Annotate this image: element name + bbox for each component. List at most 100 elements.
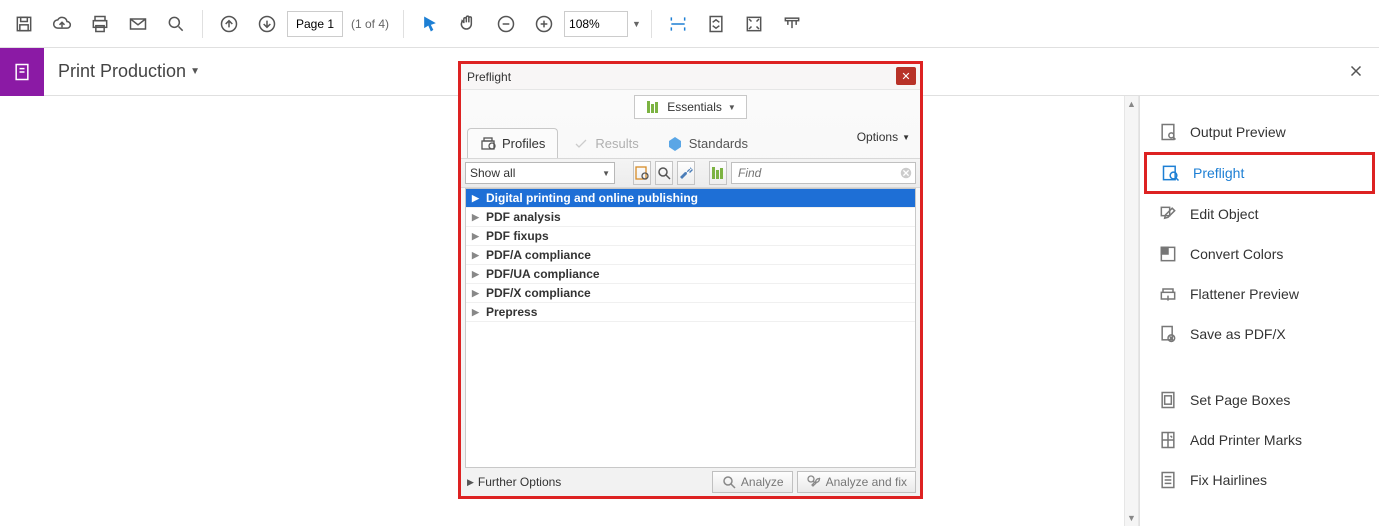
zoom-in-button[interactable] (526, 6, 562, 42)
fix-hairlines-icon (1158, 470, 1178, 490)
task-set-page-boxes[interactable]: Set Page Boxes (1140, 380, 1379, 420)
read-mode-button[interactable] (774, 6, 810, 42)
flattener-preview-icon (1158, 284, 1178, 304)
breadcrumb-label: Print Production (58, 61, 186, 82)
profile-row-pdf-analysis[interactable]: ▶ PDF analysis (466, 208, 915, 227)
task-item-label: Fix Hairlines (1190, 472, 1267, 488)
page-number-input[interactable] (287, 11, 343, 37)
profile-row-pdfa[interactable]: ▶ PDF/A compliance (466, 246, 915, 265)
expand-arrow-icon: ▶ (467, 477, 474, 488)
task-item-label: Save as PDF/X (1190, 326, 1286, 342)
profile-row-pdfua[interactable]: ▶ PDF/UA compliance (466, 265, 915, 284)
expand-arrow-icon: ▶ (472, 307, 482, 318)
clear-find-button[interactable] (899, 166, 913, 180)
button-label: Analyze and fix (826, 475, 907, 489)
zoom-input[interactable] (564, 11, 628, 37)
print-production-task-pane: Output Preview Preflight Edit Object Con… (1139, 96, 1379, 526)
chevron-down-icon: ▼ (902, 133, 910, 142)
convert-colors-icon (1158, 244, 1178, 264)
save-button[interactable] (6, 6, 42, 42)
profile-label: PDF/A compliance (486, 248, 591, 262)
options-menu[interactable]: Options ▼ (857, 130, 910, 144)
library-filter-button[interactable] (709, 161, 727, 185)
fit-page-button[interactable] (698, 6, 734, 42)
tab-profiles[interactable]: Profiles (467, 128, 558, 158)
printer-marks-icon (1158, 430, 1178, 450)
further-options-toggle[interactable]: ▶ Further Options (461, 471, 708, 493)
task-flattener-preview[interactable]: Flattener Preview (1140, 274, 1379, 314)
main-area: ▲ ▼ Output Preview Preflight Edit Object (0, 96, 1379, 526)
print-production-badge-icon (0, 48, 44, 96)
task-output-preview[interactable]: Output Preview (1140, 112, 1379, 152)
next-page-button[interactable] (249, 6, 285, 42)
scroll-down-arrow[interactable]: ▼ (1125, 510, 1138, 526)
tool-breadcrumb[interactable]: Print Production ▼ (44, 61, 214, 82)
save-pdfx-icon (1158, 324, 1178, 344)
task-edit-object[interactable]: Edit Object (1140, 194, 1379, 234)
scroll-up-arrow[interactable]: ▲ (1125, 96, 1138, 112)
task-item-label: Add Printer Marks (1190, 432, 1302, 448)
chevron-down-icon: ▼ (190, 66, 200, 77)
essentials-label: Essentials (667, 100, 722, 114)
task-item-label: Edit Object (1190, 206, 1258, 222)
options-label: Options (857, 130, 898, 144)
output-preview-icon (1158, 122, 1178, 142)
profile-row-pdfx[interactable]: ▶ PDF/X compliance (466, 284, 915, 303)
print-button[interactable] (82, 6, 118, 42)
profile-row-prepress[interactable]: ▶ Prepress (466, 303, 915, 322)
selection-tool[interactable] (412, 6, 448, 42)
prev-page-button[interactable] (211, 6, 247, 42)
task-convert-colors[interactable]: Convert Colors (1140, 234, 1379, 274)
edit-object-icon (1158, 204, 1178, 224)
button-label: Analyze (741, 475, 784, 489)
profile-label: Digital printing and online publishing (486, 191, 698, 205)
dialog-close-button[interactable]: ✕ (896, 67, 916, 85)
profile-label: Prepress (486, 305, 537, 319)
fit-width-button[interactable] (660, 6, 696, 42)
analyze-and-fix-button[interactable]: Analyze and fix (797, 471, 916, 493)
task-add-printer-marks[interactable]: Add Printer Marks (1140, 420, 1379, 460)
profile-label: PDF/X compliance (486, 286, 591, 300)
filter-checks-button[interactable] (655, 161, 673, 185)
page-boxes-icon (1158, 390, 1178, 410)
zoom-out-button[interactable] (488, 6, 524, 42)
expand-arrow-icon: ▶ (472, 288, 482, 299)
tab-results[interactable]: Results (560, 128, 651, 158)
search-button[interactable] (158, 6, 194, 42)
expand-arrow-icon: ▶ (472, 231, 482, 242)
tab-label: Profiles (502, 136, 545, 151)
find-input[interactable] (734, 166, 899, 180)
task-save-pdfx[interactable]: Save as PDF/X (1140, 314, 1379, 354)
filter-dropdown[interactable]: Show all ▼ (465, 162, 615, 184)
profile-label: PDF/UA compliance (486, 267, 600, 281)
task-item-label: Set Page Boxes (1190, 392, 1290, 408)
task-preflight[interactable]: Preflight (1144, 152, 1375, 194)
zoom-dropdown-caret[interactable]: ▼ (630, 19, 643, 29)
profile-row-digital-printing[interactable]: ▶ Digital printing and online publishing (466, 189, 915, 208)
essentials-dropdown[interactable]: Essentials ▼ (634, 95, 747, 119)
filter-fixups-button[interactable] (677, 161, 695, 185)
tab-standards[interactable]: Standards (654, 128, 761, 158)
vertical-scrollbar[interactable]: ▲ ▼ (1124, 96, 1139, 526)
email-button[interactable] (120, 6, 156, 42)
profile-label: PDF analysis (486, 210, 561, 224)
expand-arrow-icon: ▶ (472, 250, 482, 261)
task-item-label: Preflight (1193, 165, 1244, 181)
expand-arrow-icon: ▶ (472, 212, 482, 223)
task-item-label: Flattener Preview (1190, 286, 1299, 302)
expand-arrow-icon: ▶ (472, 269, 482, 280)
close-tool-button[interactable] (1347, 62, 1365, 80)
hand-tool[interactable] (450, 6, 486, 42)
preflight-icon (1161, 163, 1181, 183)
analyze-button[interactable]: Analyze (712, 471, 793, 493)
filter-profiles-button[interactable] (633, 161, 651, 185)
task-fix-hairlines[interactable]: Fix Hairlines (1140, 460, 1379, 500)
dialog-title: Preflight (467, 70, 511, 84)
dialog-titlebar[interactable]: Preflight ✕ (461, 64, 920, 90)
preflight-dialog: Preflight ✕ Essentials ▼ Profiles Result… (458, 61, 923, 499)
fullscreen-button[interactable] (736, 6, 772, 42)
tab-label: Standards (689, 136, 748, 151)
further-options-label: Further Options (478, 475, 561, 489)
profile-row-pdf-fixups[interactable]: ▶ PDF fixups (466, 227, 915, 246)
cloud-upload-button[interactable] (44, 6, 80, 42)
